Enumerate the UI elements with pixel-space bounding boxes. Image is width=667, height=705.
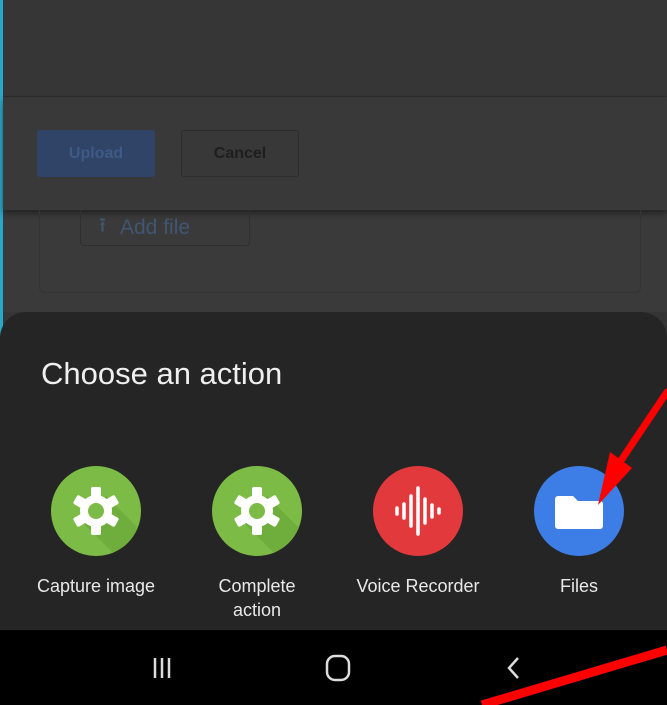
- upload-button[interactable]: Upload: [37, 130, 155, 177]
- add-file-button[interactable]: ⭱ Add file: [80, 210, 250, 246]
- app-label: Files: [559, 576, 598, 596]
- upload-arrow-icon: ⭱: [99, 214, 106, 237]
- choose-action-sheet: Choose an action Capture image Complete …: [0, 312, 667, 630]
- cancel-button[interactable]: Cancel: [181, 130, 299, 177]
- back-icon: [507, 657, 519, 679]
- back-button[interactable]: [484, 646, 544, 690]
- sound-wave-icon: [373, 466, 463, 556]
- app-label: Voice Recorder: [356, 576, 480, 596]
- sheet-title: Choose an action: [41, 356, 283, 391]
- file-drop-area: ⭱ Add file: [39, 210, 641, 293]
- home-icon: [325, 654, 351, 682]
- settings-gear-icon: [51, 466, 141, 556]
- add-file-label: Add file: [120, 215, 191, 239]
- background-page: Upload Cancel ⭱ Add file: [3, 0, 667, 312]
- background-top-bar: [3, 0, 667, 97]
- recent-apps-button[interactable]: [132, 646, 192, 690]
- recent-apps-icon: [153, 658, 171, 678]
- app-voice-recorder[interactable]: Voice Recorder: [338, 466, 498, 598]
- app-capture-image[interactable]: Capture image: [16, 466, 176, 598]
- navigation-bar: [0, 630, 667, 705]
- folder-icon: [534, 466, 624, 556]
- settings-gear-icon: [212, 466, 302, 556]
- app-complete-action[interactable]: Complete action: [177, 466, 337, 622]
- app-files[interactable]: Files: [499, 466, 659, 598]
- app-label: Complete action: [218, 576, 296, 620]
- home-button[interactable]: [308, 646, 368, 690]
- upload-dialog: Upload Cancel: [3, 98, 667, 210]
- app-label: Capture image: [36, 576, 156, 596]
